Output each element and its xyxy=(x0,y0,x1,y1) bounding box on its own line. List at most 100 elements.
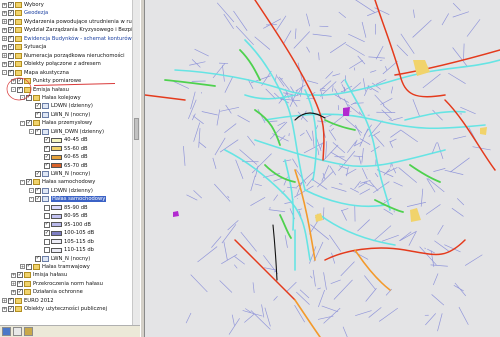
layer-checkbox[interactable]: ✓ xyxy=(44,230,50,237)
expand-icon[interactable]: + xyxy=(2,306,7,312)
tree-row-label: LDWN (dzienny) xyxy=(51,187,93,194)
collapse-icon[interactable]: - xyxy=(29,129,34,135)
layer-checkbox[interactable] xyxy=(44,213,50,220)
print-icon[interactable] xyxy=(13,327,22,336)
folder-icon xyxy=(24,272,31,279)
tree-row[interactable]: ✓ 95-100 dB xyxy=(38,221,91,229)
tree-row[interactable]: ✓ 40-45 dB xyxy=(38,136,88,144)
tree-row[interactable]: ✓ 60-65 dB xyxy=(38,153,88,161)
legend-swatch xyxy=(51,146,62,152)
tree-row-label: 100-105 dB xyxy=(64,230,95,237)
tree-row[interactable]: + ✓ Obiekty użyteczności publicznej xyxy=(2,305,107,313)
layer-checkbox[interactable]: ✓ xyxy=(44,162,50,169)
collapse-icon[interactable]: - xyxy=(29,188,34,194)
layer-panel: + ✓ Wybory + ✓ Geodezja + ✓ Wydarzenia powodując… xyxy=(0,0,140,325)
layer-checkbox[interactable]: ✓ xyxy=(26,120,32,127)
tree-row[interactable]: ✓ 100-105 dB xyxy=(38,229,94,237)
layer-icon xyxy=(42,128,49,135)
tree-row[interactable]: - ✓ LWN_DWN (dzienny) xyxy=(29,128,104,136)
tree-row[interactable]: + ✓ Hałas tramwajowy xyxy=(20,263,90,271)
legend-swatch xyxy=(51,205,62,211)
legend-swatch xyxy=(51,154,62,160)
tree-row-label: 95-100 dB xyxy=(64,221,91,228)
folder-icon xyxy=(15,306,22,313)
layer-checkbox[interactable]: ✓ xyxy=(35,187,41,194)
layer-checkbox[interactable]: ✓ xyxy=(35,171,41,177)
legend-swatch xyxy=(51,137,62,143)
tree-row-label: Hałas samochodowy xyxy=(51,196,107,203)
tree-row[interactable]: + ✓ Działania ochronne xyxy=(11,288,83,296)
collapse-icon[interactable]: - xyxy=(20,179,25,185)
scrollbar-thumb[interactable] xyxy=(134,118,139,140)
annotation-underline xyxy=(33,83,116,86)
annotation-overlay xyxy=(6,77,116,101)
layer-checkbox[interactable]: ✓ xyxy=(44,221,50,228)
tree-row-label: LWN_N (nocny) xyxy=(51,171,91,177)
layer-icon xyxy=(42,187,49,194)
legend-swatch xyxy=(51,247,62,253)
street xyxy=(379,59,383,61)
layer-checkbox[interactable]: ✓ xyxy=(44,154,50,161)
tree-row[interactable]: + ✓ EURO 2012 xyxy=(2,297,54,305)
tree-row[interactable]: - ✓ Hałas samochodowy xyxy=(20,178,95,186)
tree-row-label: 105-115 db xyxy=(64,238,94,245)
tree-row-label: 55-60 dB xyxy=(64,145,88,152)
legend-swatch xyxy=(51,222,62,228)
legend-swatch xyxy=(51,163,62,169)
tree-row[interactable]: ✓ 55-60 dB xyxy=(38,145,88,153)
folder-icon xyxy=(33,263,40,270)
folder-icon xyxy=(15,297,22,304)
expand-icon[interactable]: + xyxy=(11,289,16,295)
tree-row[interactable]: ✓ LWN_N (nocny) xyxy=(29,255,90,263)
tree-row[interactable]: 105-115 db xyxy=(38,238,94,246)
layer-checkbox[interactable] xyxy=(44,247,50,254)
layer-checkbox[interactable]: ✓ xyxy=(35,196,41,203)
expand-icon[interactable]: + xyxy=(20,264,25,270)
tree-row[interactable]: + ✓ Przekroczenia norm hałasu xyxy=(11,280,103,288)
layer-icon xyxy=(42,171,49,177)
tree-row-label: 65-70 dB xyxy=(64,162,88,169)
tree-row[interactable]: + ✓ Imisja hałasu xyxy=(11,271,67,279)
folder-icon xyxy=(24,289,31,296)
tree-row[interactable]: 80-95 dB xyxy=(38,212,88,220)
layer-checkbox[interactable]: ✓ xyxy=(17,289,23,296)
layer-checkbox[interactable]: ✓ xyxy=(17,280,23,287)
expand-icon[interactable]: + xyxy=(11,281,16,287)
layer-checkbox[interactable] xyxy=(44,204,50,211)
tree-row[interactable]: - ✓ Hałas przemysłowy xyxy=(20,119,92,127)
tree-row[interactable]: ✓ 65-70 dB xyxy=(38,162,88,170)
tree-row[interactable]: 85-90 dB xyxy=(38,204,88,212)
layer-checkbox[interactable]: ✓ xyxy=(26,179,32,186)
vertical-scrollbar[interactable] xyxy=(132,0,140,325)
collapse-icon[interactable]: - xyxy=(29,196,34,202)
expand-icon[interactable]: + xyxy=(2,298,7,304)
layer-checkbox[interactable]: ✓ xyxy=(17,272,23,279)
tree-row[interactable]: ✓ LWN_N (nocny) xyxy=(29,170,90,178)
tree-row-label: 40-45 dB xyxy=(64,137,88,144)
folder-icon xyxy=(33,179,40,186)
layer-icon xyxy=(42,255,49,262)
layer-checkbox[interactable]: ✓ xyxy=(44,145,50,152)
tree-row-label: 80-95 dB xyxy=(64,213,88,220)
layer-checkbox[interactable]: ✓ xyxy=(35,255,41,262)
layer-checkbox[interactable] xyxy=(44,238,50,245)
tree-row-label: EURO 2012 xyxy=(24,297,54,304)
layer-checkbox[interactable]: ✓ xyxy=(8,297,14,304)
layer-checkbox[interactable]: ✓ xyxy=(44,137,50,144)
legend-swatch xyxy=(51,239,62,245)
layers-icon[interactable] xyxy=(2,327,11,336)
tree-row[interactable]: 110-115 db xyxy=(38,246,94,254)
map-canvas[interactable] xyxy=(145,0,500,337)
expand-icon[interactable]: + xyxy=(11,272,16,278)
folder-icon xyxy=(33,120,40,127)
layer-checkbox[interactable]: ✓ xyxy=(35,128,41,135)
settings-icon[interactable] xyxy=(24,327,33,336)
layer-checkbox[interactable]: ✓ xyxy=(8,306,14,313)
annotation-circle xyxy=(6,77,32,101)
collapse-icon[interactable]: - xyxy=(20,120,25,126)
tree-row-label: Obiekty użyteczności publicznej xyxy=(24,306,108,313)
tree-row[interactable]: - ✓ LDWN (dzienny) xyxy=(29,187,93,195)
folder-icon xyxy=(24,280,31,287)
tree-row[interactable]: - ✓ Hałas samochodowy xyxy=(29,195,107,203)
layer-checkbox[interactable]: ✓ xyxy=(26,263,32,270)
